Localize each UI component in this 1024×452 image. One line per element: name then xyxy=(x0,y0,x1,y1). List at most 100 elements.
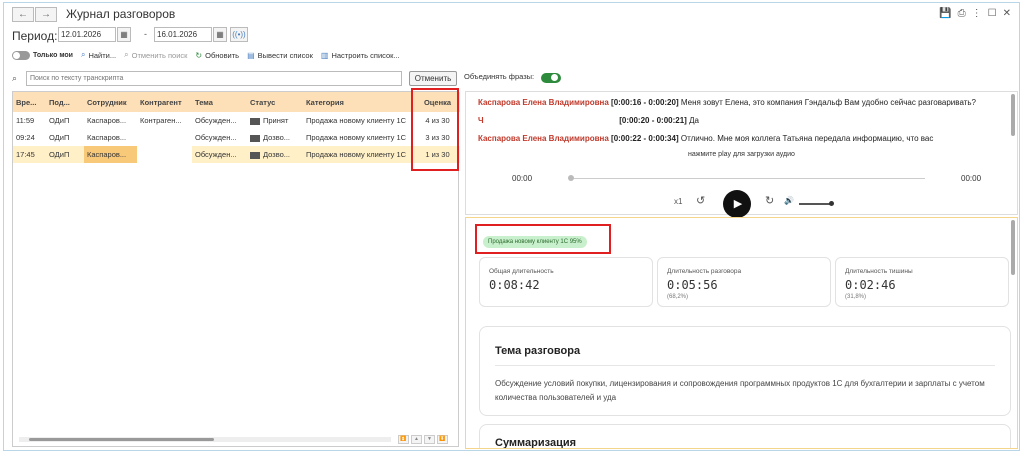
close-icon[interactable]: ✕ xyxy=(1003,8,1011,19)
status-text: Принят xyxy=(263,116,289,125)
phrase-text: Да xyxy=(689,116,699,125)
only-mine-label: Только мои xyxy=(33,51,73,59)
rewind-icon[interactable]: ↺ xyxy=(696,194,705,207)
transcript-line: Ч [0:00:20 - 0:00:21] Да xyxy=(478,116,699,125)
horizontal-scrollbar[interactable] xyxy=(19,437,391,442)
play-hint: нажмите play для загрузки аудио xyxy=(688,151,795,158)
play-icon: ▶ xyxy=(733,198,743,210)
refresh-button[interactable]: ↻ Обновить xyxy=(195,51,239,60)
cell-status: Принят xyxy=(247,112,303,129)
transcript-line: Каспарова Елена Владимировна [0:00:22 - … xyxy=(478,134,933,143)
cell-counterparty xyxy=(137,146,192,163)
nav-buttons: ← → xyxy=(12,7,57,22)
stat-label: Длительность разговора xyxy=(667,268,742,275)
cell-employee: Каспаров... xyxy=(87,116,127,125)
forward-button[interactable]: → xyxy=(35,7,57,22)
timestamp: [0:00:20 - 0:00:21] xyxy=(619,116,687,125)
playback-speed[interactable]: x1 xyxy=(674,197,682,206)
find-label: Найти... xyxy=(88,50,117,60)
column-header-status[interactable]: Статус xyxy=(247,92,303,112)
cell-counterparty: Контраген... xyxy=(140,116,182,125)
back-button[interactable]: ← xyxy=(12,7,34,22)
period-separator: - xyxy=(144,29,147,39)
cell-counterparty xyxy=(137,129,192,146)
stat-percent: (68,2%) xyxy=(667,294,689,300)
cell-topic: Обсужден... xyxy=(195,116,237,125)
configure-list-button[interactable]: ▥ Настроить список... xyxy=(321,51,400,60)
cell-category: Продажа новому клиенту 1С xyxy=(306,133,407,142)
refresh-icon: ↻ xyxy=(195,50,203,60)
cell-category: Продажа новому клиенту 1С xyxy=(303,146,415,163)
summary-title: Суммаризация xyxy=(495,437,577,449)
cancel-button[interactable]: Отменить xyxy=(409,71,457,86)
prev-page-icon[interactable]: ▲ xyxy=(411,435,422,444)
cell-employee: Каспаров... xyxy=(87,133,127,142)
topic-card: Тема разговора Обсуждение условий покупк… xyxy=(479,326,1011,416)
cell-topic: Обсужден... xyxy=(195,133,237,142)
cell-time: 17:45 xyxy=(13,146,46,163)
play-button[interactable]: ▶ xyxy=(723,190,751,218)
next-page-icon[interactable]: ▼ xyxy=(424,435,435,444)
transcript-search-input[interactable] xyxy=(26,71,402,86)
period-radio-button[interactable]: ((•)) xyxy=(230,27,248,42)
volume-slider[interactable] xyxy=(799,203,831,205)
table-row[interactable]: 09:24 ОДиП Каспаров... Обсужден... Дозво… xyxy=(13,129,460,146)
merge-phrases-label: Объединять фразы: xyxy=(464,72,535,81)
export-list-label: Вывести список xyxy=(257,50,313,60)
column-header-employee[interactable]: Сотрудник xyxy=(84,92,137,112)
page-title: Журнал разговоров xyxy=(66,7,176,21)
divider xyxy=(495,365,995,366)
audio-progress-handle[interactable] xyxy=(568,175,574,181)
journal-window: ← → Журнал разговоров 💾 ⎙ ⋮ ☐ ✕ Период: … xyxy=(3,2,1020,451)
maximize-icon[interactable]: ☐ xyxy=(988,8,997,19)
column-header-dept[interactable]: Под... xyxy=(46,92,84,112)
configure-list-label: Настроить список... xyxy=(331,50,400,60)
cell-status: Дозво... xyxy=(247,146,303,163)
stat-value: 0:08:42 xyxy=(489,278,540,292)
volume-icon[interactable]: 🔊 xyxy=(784,196,794,205)
call-status-icon xyxy=(250,117,260,125)
cell-time: 09:24 xyxy=(16,133,35,142)
scrollbar-thumb[interactable] xyxy=(29,438,214,441)
print-icon[interactable]: ⎙ xyxy=(958,8,966,19)
table-row-selected[interactable]: 17:45 ОДиП Каспаров... Обсужден... Дозво… xyxy=(13,146,460,163)
table-header-row: Вре... Под... Сотрудник Контрагент Тема … xyxy=(13,92,460,112)
column-header-time[interactable]: Вре... xyxy=(13,92,46,112)
calendar-icon[interactable]: ▦ xyxy=(117,27,131,42)
transcript-scrollbar[interactable] xyxy=(1011,94,1015,136)
cancel-search-button[interactable]: ⌕ Отменить поиск xyxy=(124,50,187,60)
find-button[interactable]: ⌕ Найти... xyxy=(81,50,116,60)
cell-employee: Каспаров... xyxy=(84,146,137,163)
cell-dept: ОДиП xyxy=(49,116,70,125)
timestamp: [0:00:22 - 0:00:34] xyxy=(611,134,679,143)
window-tools: 💾 ⎙ ⋮ ☐ ✕ xyxy=(939,8,1011,19)
merge-phrases-toggle[interactable] xyxy=(541,73,561,83)
column-header-counterparty[interactable]: Контрагент xyxy=(137,92,192,112)
date-to-field[interactable]: 16.01.2026 xyxy=(154,27,212,42)
score-highlight-box xyxy=(411,88,459,171)
first-page-icon[interactable]: ⏫ xyxy=(398,435,409,444)
volume-handle[interactable] xyxy=(829,201,834,206)
timestamp: [0:00:16 - 0:00:20] xyxy=(611,98,679,107)
phrase-text: Меня зовут Елена, это компания Гэндальф … xyxy=(680,98,976,107)
last-page-icon[interactable]: ⏬ xyxy=(437,435,448,444)
calls-grid: Вре... Под... Сотрудник Контрагент Тема … xyxy=(13,92,460,163)
column-header-topic[interactable]: Тема xyxy=(192,92,247,112)
list-icon: ▤ xyxy=(247,50,255,60)
column-header-category[interactable]: Категория xyxy=(303,92,415,112)
export-list-button[interactable]: ▤ Вывести список xyxy=(247,51,313,60)
cell-topic: Обсужден... xyxy=(192,146,247,163)
calls-table: Вре... Под... Сотрудник Контрагент Тема … xyxy=(12,91,460,447)
save-icon[interactable]: 💾 xyxy=(939,8,951,19)
forward-skip-icon[interactable]: ↻ xyxy=(765,194,774,207)
date-from-field[interactable]: 12.01.2026 xyxy=(58,27,116,42)
speaker-name: Каспарова Елена Владимировна xyxy=(478,134,609,143)
summary-card: Суммаризация xyxy=(479,424,1011,449)
calendar-icon[interactable]: ▦ xyxy=(213,27,227,42)
analytics-scrollbar[interactable] xyxy=(1011,220,1015,275)
audio-progress-track[interactable] xyxy=(570,178,925,179)
only-mine-toggle[interactable]: Только мои xyxy=(12,50,73,60)
more-icon[interactable]: ⋮ xyxy=(972,8,982,19)
table-row[interactable]: 11:59 ОДиП Каспаров... Контраген... Обсу… xyxy=(13,112,460,129)
cell-dept: ОДиП xyxy=(46,146,84,163)
